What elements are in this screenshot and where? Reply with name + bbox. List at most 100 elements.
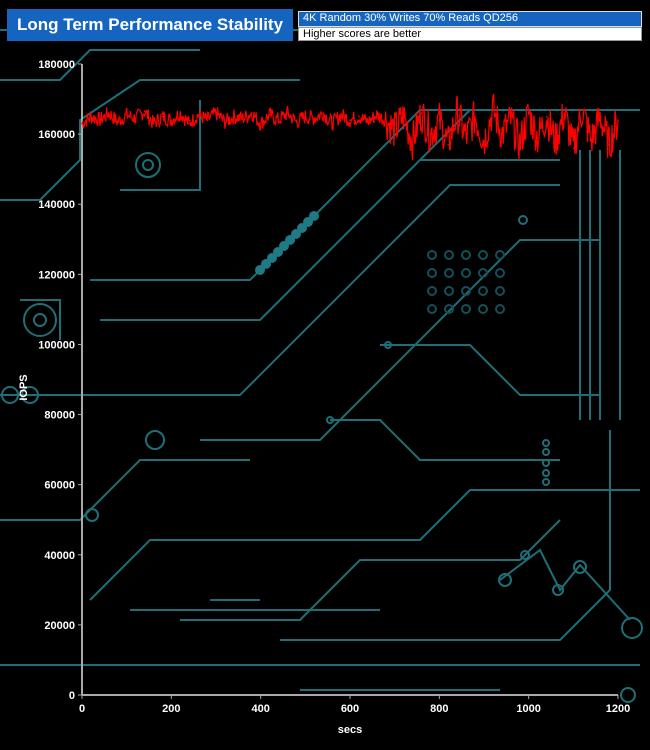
circuit-dot	[461, 304, 471, 314]
circuit-node	[573, 560, 587, 574]
data-point	[438, 119, 441, 121]
data-point	[510, 119, 512, 121]
circuit-dot	[427, 286, 437, 296]
circuit-node	[85, 508, 99, 522]
data-point	[599, 115, 601, 118]
data-point	[581, 108, 584, 111]
data-point	[590, 140, 592, 142]
y-tick-label: 180000	[38, 59, 75, 71]
circuit-node	[135, 152, 161, 178]
data-point	[206, 119, 208, 121]
circuit-dot	[495, 268, 505, 278]
data-point	[420, 112, 423, 114]
data-point	[286, 112, 289, 114]
data-point	[393, 129, 396, 132]
circuit-dot	[461, 250, 471, 260]
data-point	[572, 147, 575, 149]
data-point	[233, 115, 235, 118]
circuit-node	[142, 159, 154, 171]
circuit-node	[542, 448, 550, 456]
x-tick-label: 600	[341, 703, 359, 715]
performance-chart: 0 20000 40000 60000 80000 100000 120000 140000 1…	[0, 29, 643, 736]
data-point	[224, 121, 226, 123]
circuit-dot	[478, 286, 488, 296]
data-point	[250, 112, 253, 114]
data-point	[116, 121, 119, 123]
x-axis-label: secs	[338, 724, 362, 736]
chart-note-text: Higher scores are better	[303, 28, 421, 40]
data-point	[465, 136, 467, 139]
data-point	[179, 112, 182, 114]
data-point	[99, 119, 101, 121]
data-point	[545, 115, 548, 118]
data-point	[518, 143, 521, 146]
y-tick-label: 60000	[44, 480, 75, 492]
circuit-node	[542, 469, 550, 477]
circuit-node	[33, 313, 47, 327]
data-point	[554, 140, 557, 142]
chart-subtitle: 4K Random 30% Writes 70% Reads QD256	[298, 11, 642, 27]
circuit-dot	[309, 211, 319, 221]
data-point	[90, 115, 92, 118]
data-point	[322, 112, 325, 114]
y-tick-label: 120000	[38, 269, 75, 281]
y-tick-label: 20000	[44, 620, 75, 632]
data-point	[125, 114, 128, 116]
data-point	[527, 112, 530, 114]
circuit-node	[621, 617, 643, 639]
circuit-dot	[427, 250, 437, 260]
data-point	[134, 117, 137, 120]
data-point	[161, 115, 164, 118]
data-point	[295, 121, 298, 123]
circuit-node	[542, 478, 550, 486]
data-point	[170, 119, 173, 121]
circuit-dot	[478, 250, 488, 260]
plot-area	[81, 93, 619, 161]
chart-subtitle-text: 4K Random 30% Writes 70% Reads QD256	[303, 12, 519, 24]
data-point	[152, 122, 155, 125]
y-tick-label: 0	[69, 690, 75, 702]
chart-title: Long Term Performance Stability	[7, 9, 293, 41]
data-point	[447, 143, 450, 146]
chart-note: Higher scores are better	[298, 27, 642, 41]
data-point	[492, 108, 494, 111]
circuit-node	[620, 687, 636, 703]
data-point	[376, 114, 378, 116]
circuit-trace	[180, 519, 561, 621]
circuit-dot	[461, 268, 471, 278]
circuit-trace	[120, 100, 201, 191]
data-point	[536, 136, 539, 139]
circuit-dot	[495, 250, 505, 260]
data-point	[108, 112, 110, 114]
circuit-node	[518, 215, 528, 225]
chart-canvas: 0 20000 40000 60000 80000 100000 120000 140000 1…	[0, 0, 650, 750]
x-tick-label: 1000	[516, 703, 540, 715]
data-point	[188, 122, 190, 125]
y-tick-label: 40000	[44, 550, 75, 562]
x-tick-label: 400	[251, 703, 269, 715]
data-point	[143, 110, 146, 113]
data-point	[242, 117, 244, 120]
data-point	[501, 133, 503, 135]
data-point	[402, 115, 405, 118]
circuit-trace	[280, 430, 611, 641]
data-point	[215, 112, 217, 114]
data-point	[259, 122, 262, 125]
circuit-node	[23, 303, 57, 337]
series-line	[81, 93, 619, 161]
data-point	[313, 117, 316, 120]
circuit-trace	[0, 49, 200, 81]
data-point	[367, 121, 369, 123]
circuit-node	[542, 439, 550, 447]
data-point	[304, 115, 307, 118]
y-tick-label: 160000	[38, 129, 75, 141]
data-point	[268, 114, 271, 116]
y-tick-label: 140000	[38, 199, 75, 211]
circuit-dot	[427, 268, 437, 278]
circuit-dot	[495, 286, 505, 296]
data-point	[456, 112, 459, 114]
data-point	[563, 112, 566, 114]
circuit-trace	[0, 184, 560, 396]
data-point	[340, 114, 342, 116]
data-point	[81, 122, 83, 125]
